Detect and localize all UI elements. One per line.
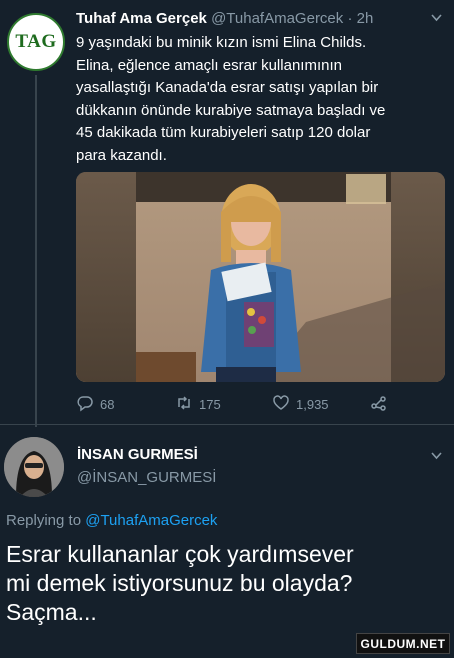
chevron-down-icon[interactable] (430, 11, 443, 27)
tweet-photo[interactable] (76, 172, 445, 382)
author-handle[interactable]: @TuhafAmaGercek (211, 10, 343, 27)
reply-author-name[interactable]: İNSAN GURMESİ (77, 446, 198, 463)
retweet-button[interactable]: 175 (175, 394, 221, 415)
tweet-time[interactable]: 2h (357, 10, 374, 27)
replying-to-link[interactable]: @TuhafAmaGercek (85, 512, 217, 529)
tag-avatar[interactable]: TAG (7, 13, 65, 71)
tag-avatar-logo: TAG (15, 31, 57, 52)
reply-count: 68 (100, 397, 115, 412)
tweet-divider (0, 424, 454, 425)
watermark: GULDUM.NET (356, 633, 450, 654)
tweet-header: Tuhaf Ama Gerçek @TuhafAmaGercek · 2h (76, 10, 373, 27)
reply-button[interactable]: 68 (76, 394, 114, 415)
header-separator: · (347, 10, 353, 27)
share-button[interactable] (370, 394, 388, 415)
tweet[interactable]: TAG Tuhaf Ama Gerçek @TuhafAmaGercek · 2… (0, 0, 454, 427)
thread-line (35, 75, 37, 427)
woman-avatar-image (4, 437, 64, 497)
retweet-icon (175, 394, 193, 415)
replying-prefix: Replying to (6, 512, 82, 529)
tweet-actions: 68 175 1,935 (76, 394, 406, 414)
like-icon (272, 394, 290, 415)
reply-avatar[interactable] (4, 437, 64, 497)
girl-selling-cookies-image (76, 172, 445, 382)
reply-text: Esrar kullananlar çok yardımsever mi dem… (6, 541, 354, 625)
reply-author-handle[interactable]: @İNSAN_GURMESİ (77, 469, 216, 486)
chevron-down-icon[interactable] (430, 449, 443, 465)
retweet-count: 175 (199, 397, 221, 412)
share-icon (370, 394, 388, 415)
replying-to: Replying to @TuhafAmaGercek (6, 512, 217, 529)
author-name[interactable]: Tuhaf Ama Gerçek (76, 10, 207, 27)
like-button[interactable]: 1,935 (272, 394, 329, 415)
tweet-text: 9 yaşındaki bu minik kızın ismi Elina Ch… (76, 34, 386, 164)
reply-icon (76, 394, 94, 415)
like-count: 1,935 (296, 397, 329, 412)
